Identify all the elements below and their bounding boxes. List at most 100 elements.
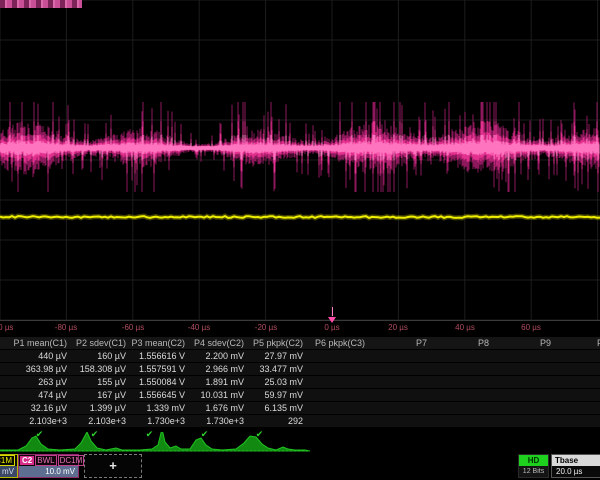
measure-value-cell: 1.399 µV bbox=[71, 402, 130, 414]
measure-value-cell: 2.966 mV bbox=[189, 363, 248, 375]
tbase-value: 20.0 µs bbox=[552, 466, 600, 477]
hd-label: HD bbox=[519, 455, 548, 466]
hd-mode-indicator[interactable]: HD 12 Bits bbox=[518, 454, 549, 478]
measure-value-cell: 155 µV bbox=[71, 376, 130, 388]
measure-value-cell: 1.557591 V bbox=[130, 363, 189, 375]
measure-column-header[interactable]: P10 bbox=[555, 337, 600, 349]
waveform-traces bbox=[0, 0, 600, 320]
measure-value-cell bbox=[431, 363, 493, 375]
time-axis-label: -100 µs bbox=[0, 323, 22, 332]
oscilloscope-screen: -100 µs -80 µs -60 µs -40 µs -20 µs 0 µs 20 µs… bbox=[0, 0, 600, 480]
measure-column-header[interactable]: P1 mean(C1) bbox=[12, 337, 71, 349]
measure-value-cell: 1.730e+3 bbox=[189, 415, 248, 427]
measure-value-cell bbox=[307, 415, 369, 427]
add-trace-button[interactable]: + bbox=[84, 454, 142, 478]
measure-value-cell bbox=[431, 415, 493, 427]
measure-column-header[interactable]: P2 sdev(C1) bbox=[71, 337, 130, 349]
time-axis-label: -40 µs bbox=[177, 323, 221, 332]
time-axis-label: 20 µs bbox=[376, 323, 420, 332]
measure-value-cell: 10.031 mV bbox=[189, 389, 248, 401]
measure-value-cell: 1.339 mV bbox=[130, 402, 189, 414]
measure-value-cell: 59.97 mV bbox=[248, 389, 307, 401]
waveform-grid-area bbox=[0, 0, 600, 320]
channel-c1-descriptor[interactable]: DC1M 0 mV bbox=[0, 454, 18, 478]
measure-value-cell: 1.556645 V bbox=[130, 389, 189, 401]
measure-value-cell bbox=[307, 402, 369, 414]
measure-value-cell: 33.477 mV bbox=[248, 363, 307, 375]
measure-value-cell: 32.16 µV bbox=[12, 402, 71, 414]
c2-bwl-badge: BWL bbox=[35, 455, 56, 466]
measure-value-cell bbox=[431, 402, 493, 414]
measure-value-cell bbox=[555, 376, 600, 388]
measure-value-cell bbox=[555, 389, 600, 401]
tbase-label: Tbase bbox=[552, 455, 600, 466]
measure-value-cell: 363.98 µV bbox=[12, 363, 71, 375]
measure-value-cell: 2.200 mV bbox=[189, 350, 248, 362]
time-axis-label: -20 µs bbox=[244, 323, 288, 332]
c2-volts-per-div: 10.0 mV bbox=[19, 466, 78, 477]
measure-value-cell bbox=[493, 389, 555, 401]
channel-c2-descriptor[interactable]: C2 BWL DC1M 10.0 mV bbox=[18, 454, 79, 478]
time-axis-label: 60 µs bbox=[509, 323, 553, 332]
measure-value-cell: 1.730e+3 bbox=[130, 415, 189, 427]
time-axis-label: 0 µs bbox=[310, 323, 354, 332]
measure-value-cell bbox=[431, 389, 493, 401]
measure-value-cell: 263 µV bbox=[12, 376, 71, 388]
measure-value-cell bbox=[493, 350, 555, 362]
bottom-descriptor-bar: DC1M 0 mV C2 BWL DC1M 10.0 mV + HD 12 Bi… bbox=[0, 452, 600, 480]
histogram-shape bbox=[0, 432, 310, 451]
measure-value-cell bbox=[555, 363, 600, 375]
measure-value-cell: 6.135 mV bbox=[248, 402, 307, 414]
measure-value-cell: 25.03 mV bbox=[248, 376, 307, 388]
measure-value-cell bbox=[307, 389, 369, 401]
measure-value-cell bbox=[369, 389, 431, 401]
measure-column-header[interactable]: P8 bbox=[431, 337, 493, 349]
measure-column-header[interactable]: P3 mean(C2) bbox=[130, 337, 189, 349]
measure-value-cell bbox=[369, 376, 431, 388]
measure-value-cell bbox=[493, 376, 555, 388]
cropped-dialog-fragment bbox=[0, 0, 82, 8]
histogram-trace bbox=[0, 432, 600, 452]
measure-value-cell: 27.97 mV bbox=[248, 350, 307, 362]
measure-value-cell: 158.308 µV bbox=[71, 363, 130, 375]
measure-value-cell: 2.103e+3 bbox=[71, 415, 130, 427]
measurement-table: P1 mean(C1)P2 sdev(C1)P3 mean(C2)P4 sdev… bbox=[0, 337, 600, 441]
measure-value-cell bbox=[431, 376, 493, 388]
measure-value-cell bbox=[307, 376, 369, 388]
measure-value-cell bbox=[493, 363, 555, 375]
c1-volts-per-div: 0 mV bbox=[0, 466, 17, 477]
time-axis-label: -80 µs bbox=[44, 323, 88, 332]
measure-value-cell: 1.891 mV bbox=[189, 376, 248, 388]
c2-label-badge: C2 bbox=[20, 456, 34, 465]
measure-value-cell bbox=[369, 402, 431, 414]
measure-value-cell: 474 µV bbox=[12, 389, 71, 401]
time-axis-label: -60 µs bbox=[111, 323, 155, 332]
measure-value-cell: 2.103e+3 bbox=[12, 415, 71, 427]
trigger-position-line bbox=[332, 307, 333, 316]
measure-column-header[interactable]: P4 sdev(C2) bbox=[189, 337, 248, 349]
measure-column-header[interactable]: P7 bbox=[369, 337, 431, 349]
measure-value-cell bbox=[555, 350, 600, 362]
hd-bits: 12 Bits bbox=[519, 466, 548, 477]
measure-value-cell bbox=[493, 415, 555, 427]
measure-value-cell bbox=[369, 415, 431, 427]
measure-value-cell: 160 µV bbox=[71, 350, 130, 362]
measure-value-cell bbox=[307, 350, 369, 362]
timebase-descriptor[interactable]: Tbase 20.0 µs bbox=[551, 454, 600, 478]
measure-column-header[interactable]: P9 bbox=[493, 337, 555, 349]
measure-value-cell bbox=[369, 363, 431, 375]
trace-c2-core bbox=[0, 135, 599, 160]
measure-value-cell bbox=[369, 350, 431, 362]
time-axis-label: 40 µs bbox=[443, 323, 487, 332]
measure-value-cell: 167 µV bbox=[71, 389, 130, 401]
measure-value-cell bbox=[493, 402, 555, 414]
measure-column-header[interactable]: P5 pkpk(C2) bbox=[248, 337, 307, 349]
measure-value-cell: 1.676 mV bbox=[189, 402, 248, 414]
measure-value-cell bbox=[555, 402, 600, 414]
measure-value-cell: 292 bbox=[248, 415, 307, 427]
measure-value-cell bbox=[307, 363, 369, 375]
measure-value-cell bbox=[555, 415, 600, 427]
measure-column-header[interactable]: P6 pkpk(C3) bbox=[307, 337, 369, 349]
time-axis: -100 µs -80 µs -60 µs -40 µs -20 µs 0 µs 20 µs… bbox=[0, 321, 600, 336]
c2-coupling-badge: DC1M bbox=[58, 455, 85, 466]
